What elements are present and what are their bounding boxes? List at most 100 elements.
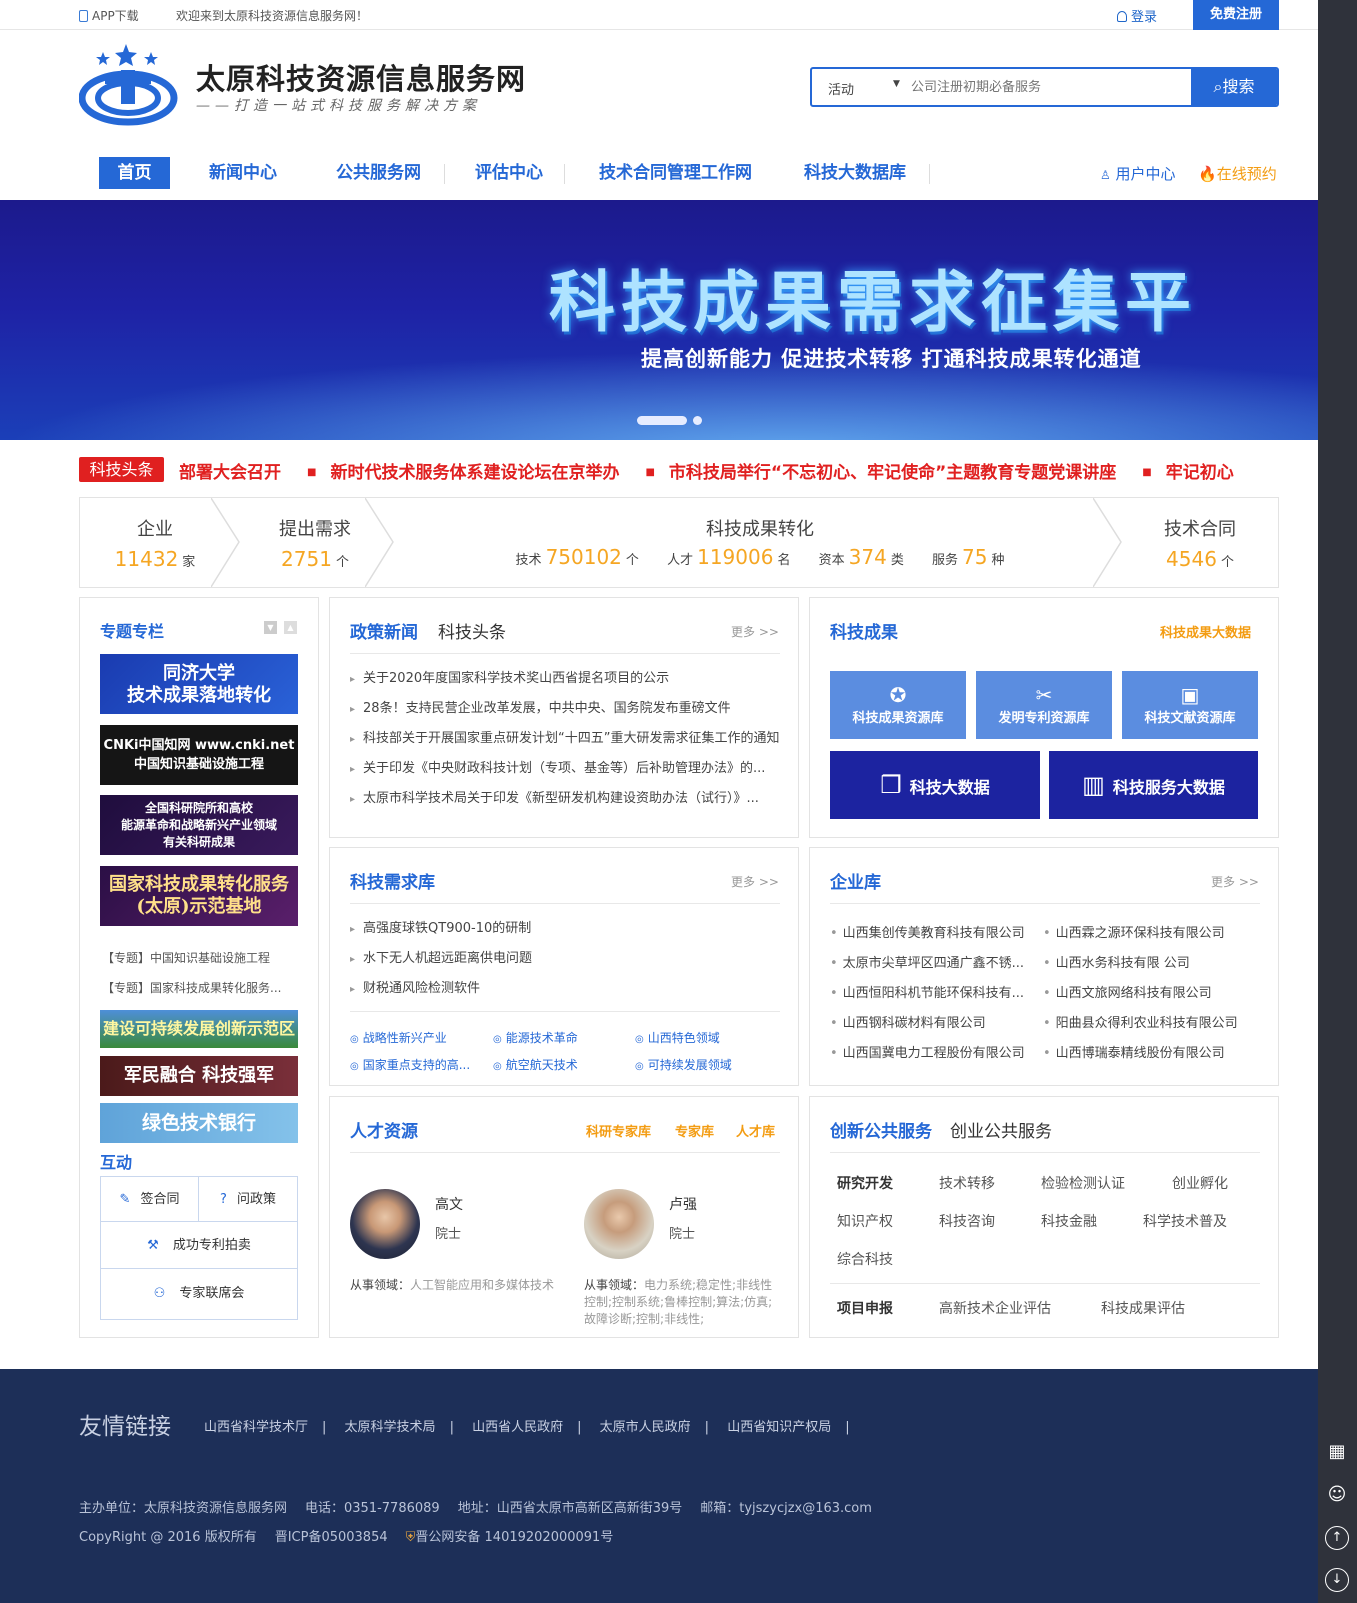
enterprise-more-link[interactable]: 更多 >> [1211,873,1259,890]
tile-literature-db[interactable]: ▣ 科技文献资源库 [1122,671,1258,739]
service-item[interactable]: 检验检测认证 [1041,1173,1125,1193]
nav-big-data[interactable]: 科技大数据库 [804,157,906,189]
enterprise-item[interactable]: 山西国冀电力工程股份有限公司 [830,1042,1035,1061]
tag-link[interactable]: 可持续发展领域 [635,1056,765,1073]
service-head[interactable]: 研究开发 [837,1173,893,1193]
police-record-link[interactable]: 晋公网安备 14019202000091号 [415,1530,613,1545]
service-item[interactable]: 科技成果评估 [1101,1298,1185,1318]
enterprise-item[interactable]: 山西钢科碳材料有限公司 [830,1012,1035,1031]
scroll-up-icon[interactable]: ▲ [284,621,297,634]
friend-link[interactable]: 太原科学技术局 [345,1420,436,1435]
customer-service-icon[interactable]: ☺ [1325,1483,1349,1507]
promo-tongji[interactable]: 同济大学 技术成果落地转化 [100,654,298,714]
news-item[interactable]: 太原市科学技术局关于印发《新型研发机构建设资助办法（试行）》... [350,784,780,814]
friend-link[interactable]: 山西省人民政府 [472,1420,563,1435]
login-link[interactable]: 登录 [1117,6,1157,25]
topic-link[interactable]: 【专题】中国知识基础设施工程 [102,949,302,966]
online-booking-link[interactable]: 🔥在线预约 [1198,163,1277,184]
demand-more-link[interactable]: 更多 >> [731,873,779,890]
tile-achievement-db[interactable]: ✪ 科技成果资源库 [830,671,966,739]
promo-base[interactable]: 国家科技成果转化服务 (太原)示范基地 [100,866,298,926]
friend-link[interactable]: 山西省科学技术厅 [204,1420,308,1435]
hero-banner[interactable]: 科技成果需求征集平 提高创新能力 促进技术转移 打通科技成果转化通道 [0,200,1318,440]
search-button[interactable]: ⌕搜索 [1191,69,1277,105]
avatar[interactable] [350,1189,420,1259]
news-item[interactable]: 科技部关于开展国家重点研发计划“十四五”重大研发需求征集工作的通知 [350,724,780,754]
enterprise-item[interactable]: 山西博瑞泰精线股份有限公司 [1043,1042,1258,1061]
enterprise-item[interactable]: 山西文旅网络科技有限公司 [1043,982,1258,1001]
banner-sustainable[interactable]: 建设可持续发展创新示范区 [100,1010,298,1048]
enterprise-item[interactable]: 阳曲县众得利农业科技有限公司 [1043,1012,1258,1031]
app-download-link[interactable]: APP下载 [79,7,139,24]
demand-item[interactable]: 财税通风险检测软件 [350,974,780,1004]
service-head[interactable]: 项目申报 [837,1298,893,1318]
icp-link[interactable]: 晋ICP备05003854 [275,1530,388,1545]
news-more-link[interactable]: 更多 >> [731,623,779,640]
search-category-select[interactable]: 活动 [828,79,854,98]
dropdown-arrow-icon[interactable]: ▼ [893,79,900,89]
ticker-item[interactable]: 市科技局举行“不忘初心、牢记使命”主题教育专题党课讲座 [669,463,1116,483]
news-item[interactable]: 28条！支持民营企业改革发展，中共中央、国务院发布重磅文件 [350,694,780,724]
banner-military[interactable]: 军民融合 科技强军 [100,1056,298,1096]
topic-link[interactable]: 【专题】国家科技成果转化服务... [102,979,302,996]
expert-link[interactable]: 专家库 [675,1121,714,1140]
stat-conversion[interactable]: 科技成果转化 技术 750102 个 人才 119006 名 资本 374 类 服务 75 种 [410,498,1110,587]
service-item[interactable]: 综合科技 [837,1249,893,1269]
ask-policy-button[interactable]: ? 问政策 [199,1177,297,1222]
talent-name[interactable]: 卢强 [669,1194,697,1214]
service-item[interactable]: 创业孵化 [1172,1173,1228,1193]
talent-name[interactable]: 高文 [435,1194,463,1214]
nav-evaluation[interactable]: 评估中心 [475,157,543,189]
enterprise-item[interactable]: 太原市尖草坪区四通广鑫不锈... [830,952,1035,971]
ticker-item[interactable]: 牢记初心 [1166,463,1234,483]
service-item[interactable]: 科学技术普及 [1143,1211,1227,1231]
talent-link[interactable]: 人才库 [736,1121,775,1140]
nav-contract[interactable]: 技术合同管理工作网 [599,157,752,189]
tag-link[interactable]: 能源技术革命 [493,1029,623,1046]
nav-home[interactable]: 首页 [99,157,170,189]
ticker-item[interactable]: 部署大会召开 [179,463,281,483]
promo-cnki[interactable]: CNKi中国知网 www.cnki.net 中国知识基础设施工程 [100,725,298,785]
stat-contract[interactable]: 技术合同 4546 个 [1120,498,1280,587]
tab-innovation-service[interactable]: 创新公共服务 [830,1117,932,1142]
carousel-dot-active[interactable] [637,416,687,425]
achievements-bigdata-link[interactable]: 科技成果大数据 [1160,622,1251,641]
stat-company[interactable]: 企业 11432 家 [80,498,230,587]
expert-meeting-button[interactable]: ⚇ 专家联席会 [101,1269,297,1319]
tile-service-bigdata[interactable]: ▥ 科技服务大数据 [1049,751,1258,819]
tag-link[interactable]: 战略性新兴产业 [350,1029,480,1046]
tile-tech-bigdata[interactable]: ❒ 科技大数据 [830,751,1040,819]
ticker-item[interactable]: 新时代技术服务体系建设论坛在京举办 [330,463,619,483]
nav-news[interactable]: 新闻中心 [209,157,277,189]
avatar[interactable] [584,1189,654,1259]
tab-policy-news[interactable]: 政策新闻 [350,618,418,643]
nav-public-service[interactable]: 公共服务网 [336,157,421,189]
friend-link[interactable]: 山西省知识产权局 [727,1420,831,1435]
service-item[interactable]: 科技金融 [1041,1211,1097,1231]
enterprise-item[interactable]: 山西恒阳科机节能环保科技有... [830,982,1035,1001]
tab-startup-service[interactable]: 创业公共服务 [950,1117,1052,1142]
site-logo[interactable]: 太原科技资源信息服务网 ——打造一站式科技服务解决方案 [79,42,549,126]
news-item[interactable]: 关于2020年度国家科学技术奖山西省提名项目的公示 [350,664,780,694]
research-expert-link[interactable]: 科研专家库 [586,1121,651,1140]
carousel-dot[interactable] [693,416,702,425]
tile-patent-db[interactable]: ✂ 发明专利资源库 [976,671,1112,739]
tab-tech-headlines[interactable]: 科技头条 [438,618,506,643]
enterprise-item[interactable]: 山西集创传美教育科技有限公司 [830,922,1035,941]
tag-link[interactable]: 航空航天技术 [493,1056,623,1073]
service-item[interactable]: 知识产权 [837,1211,893,1231]
promo-energy[interactable]: 全国科研院所和高校 能源革命和战略新兴产业领域 有关科研成果 [100,795,298,855]
demand-item[interactable]: 高强度球铁QT900-10的研制 [350,914,780,944]
qrcode-icon[interactable]: ▦ [1325,1440,1349,1464]
service-item[interactable]: 技术转移 [939,1173,995,1193]
tag-link[interactable]: 国家重点支持的高... [350,1056,483,1073]
tag-link[interactable]: 山西特色领域 [635,1029,765,1046]
enterprise-item[interactable]: 山西水务科技有限 公司 [1043,952,1258,971]
news-item[interactable]: 关于印发《中央财政科技计划（专项、基金等）后补助管理办法》的... [350,754,780,784]
patent-auction-button[interactable]: ⚒ 成功专利拍卖 [101,1222,297,1269]
scroll-bottom-icon[interactable]: ↓ [1325,1568,1349,1592]
register-button[interactable]: 免费注册 [1193,0,1279,30]
friend-link[interactable]: 太原市人民政府 [600,1420,691,1435]
service-item[interactable]: 高新技术企业评估 [939,1298,1051,1318]
demand-item[interactable]: 水下无人机超远距离供电问题 [350,944,780,974]
